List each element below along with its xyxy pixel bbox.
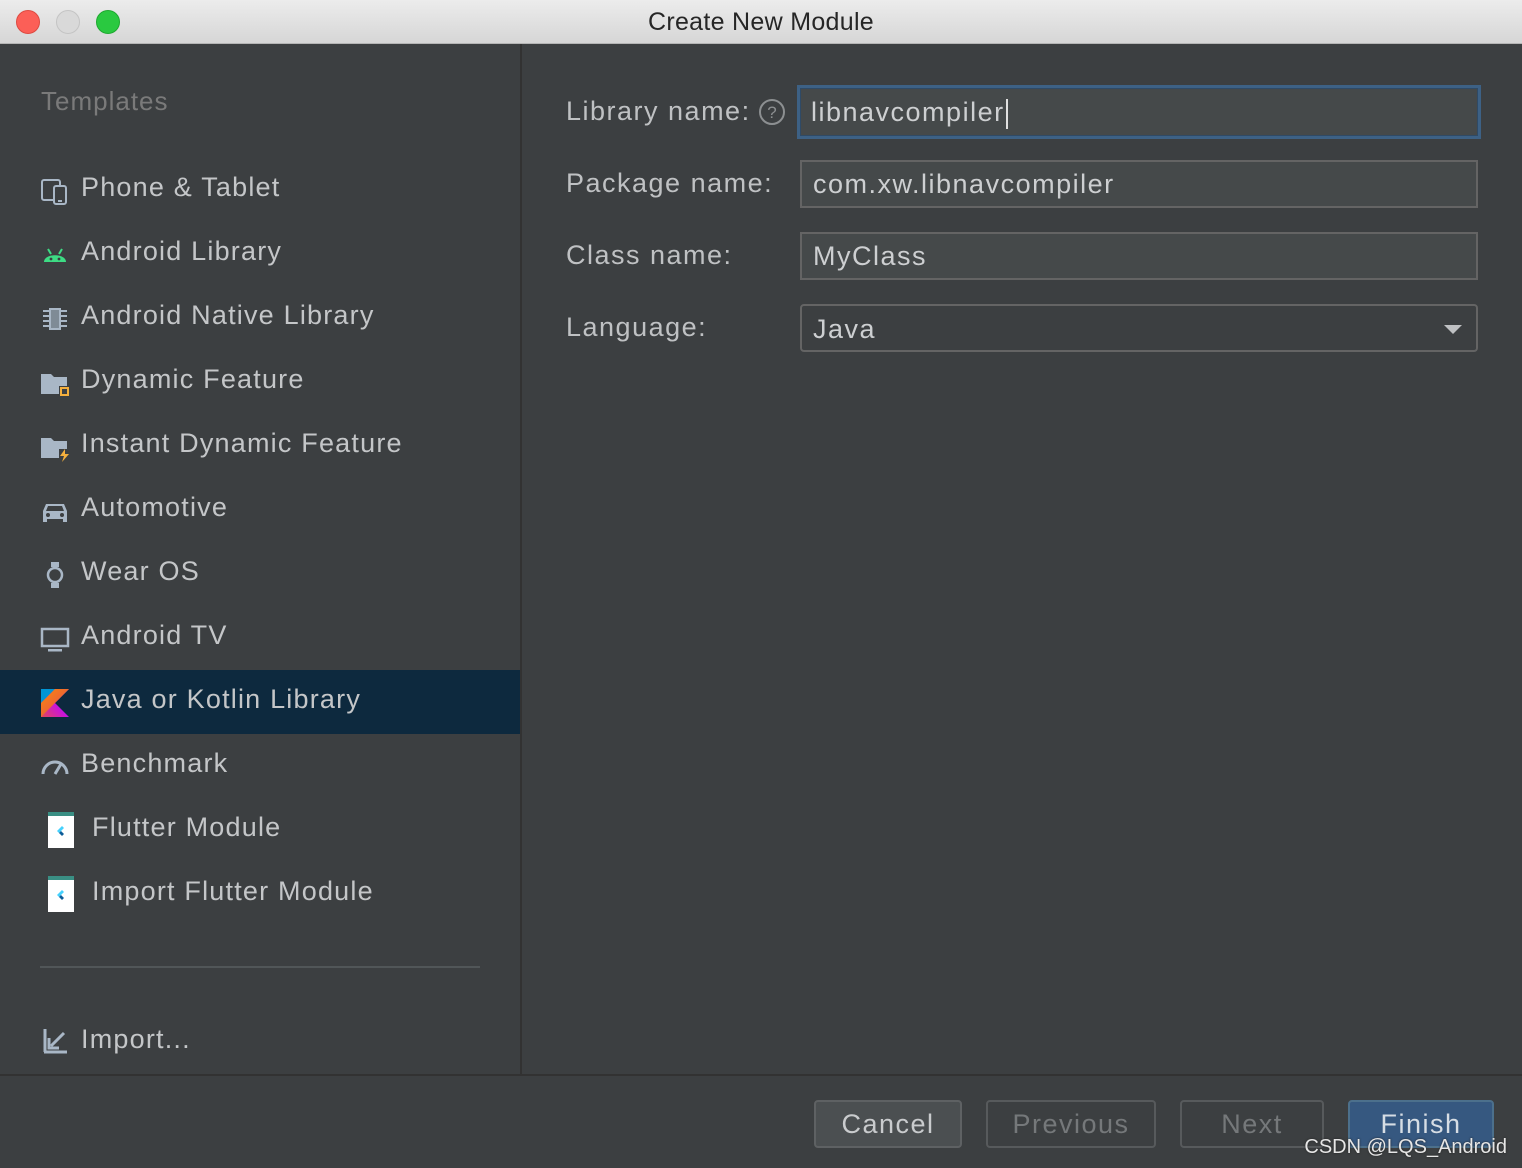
template-label: Android TV xyxy=(81,620,228,650)
car-icon xyxy=(40,496,70,526)
flutter-icon xyxy=(48,876,74,912)
create-new-module-dialog: Create New Module Templates Phone & Tabl… xyxy=(0,0,1522,1168)
template-label: Instant Dynamic Feature xyxy=(81,428,403,458)
native-chip-icon xyxy=(40,304,70,334)
cancel-button[interactable]: Cancel xyxy=(814,1100,962,1148)
class-name-label: Class name: xyxy=(566,240,733,270)
template-automotive[interactable]: Automotive xyxy=(0,478,520,542)
template-label: Android Library xyxy=(81,236,283,266)
next-button[interactable]: Next xyxy=(1180,1100,1324,1148)
library-name-input[interactable]: libnavcompiler xyxy=(797,85,1481,139)
watermark-text: CSDN @LQS_Android xyxy=(1304,1136,1507,1158)
template-android-native-library[interactable]: Android Native Library xyxy=(0,286,520,350)
chevron-down-icon xyxy=(1442,322,1464,336)
instant-feature-folder-icon xyxy=(40,432,70,462)
previous-button[interactable]: Previous xyxy=(986,1100,1156,1148)
library-name-label: Library name: xyxy=(566,96,751,126)
text-caret xyxy=(1005,98,1008,129)
gauge-icon xyxy=(40,752,70,782)
template-instant-dynamic-feature[interactable]: Instant Dynamic Feature xyxy=(0,414,520,478)
title-bar: Create New Module xyxy=(0,0,1522,44)
template-wear-os[interactable]: Wear OS xyxy=(0,542,520,606)
package-name-input[interactable]: com.xw.libnavcompiler xyxy=(800,160,1478,208)
svg-text:?: ? xyxy=(767,103,776,122)
template-label: Dynamic Feature xyxy=(81,364,305,394)
class-name-value: MyClass xyxy=(813,241,928,271)
package-name-value: com.xw.libnavcompiler xyxy=(813,169,1115,199)
language-select[interactable]: Java xyxy=(800,304,1478,352)
template-label: Android Native Library xyxy=(81,300,375,330)
window-title: Create New Module xyxy=(647,8,875,36)
import-label: Import... xyxy=(81,1024,191,1054)
package-name-label: Package name: xyxy=(566,168,774,198)
import-arrow-icon xyxy=(40,1026,70,1056)
kotlin-icon xyxy=(40,688,70,718)
template-label: Import Flutter Module xyxy=(92,876,374,906)
watch-icon xyxy=(40,560,70,590)
template-label: Automotive xyxy=(81,492,229,522)
android-icon xyxy=(40,240,70,270)
flutter-icon xyxy=(48,812,74,848)
template-flutter-module[interactable]: Flutter Module xyxy=(0,798,520,862)
template-import-flutter-module[interactable]: Import Flutter Module xyxy=(0,862,520,926)
template-dynamic-feature[interactable]: Dynamic Feature xyxy=(0,350,520,414)
language-value: Java xyxy=(813,314,877,344)
template-label: Java or Kotlin Library xyxy=(81,684,362,714)
template-label: Flutter Module xyxy=(92,812,282,842)
template-label: Wear OS xyxy=(81,556,200,586)
templates-header: Templates xyxy=(41,86,169,116)
dialog-button-bar: Cancel Previous Next Finish xyxy=(0,1074,1522,1168)
language-label: Language: xyxy=(566,312,708,342)
library-name-value: libnavcompiler xyxy=(811,97,1005,127)
template-java-kotlin-library[interactable]: Java or Kotlin Library xyxy=(0,670,520,734)
help-icon[interactable]: ? xyxy=(758,98,786,126)
tv-icon xyxy=(40,624,70,654)
import-module-item[interactable]: Import... xyxy=(0,1010,520,1074)
template-benchmark[interactable]: Benchmark xyxy=(0,734,520,798)
template-label: Phone & Tablet xyxy=(81,172,281,202)
template-android-library[interactable]: Android Library xyxy=(0,222,520,286)
template-label: Benchmark xyxy=(81,748,229,778)
phone-tablet-icon xyxy=(40,176,70,206)
templates-panel: Templates Phone & Tablet Android Library… xyxy=(0,44,522,1074)
dynamic-feature-folder-icon xyxy=(40,368,70,398)
template-android-tv[interactable]: Android TV xyxy=(0,606,520,670)
class-name-input[interactable]: MyClass xyxy=(800,232,1478,280)
template-phone-tablet[interactable]: Phone & Tablet xyxy=(0,158,520,222)
sidebar-divider xyxy=(40,966,480,968)
